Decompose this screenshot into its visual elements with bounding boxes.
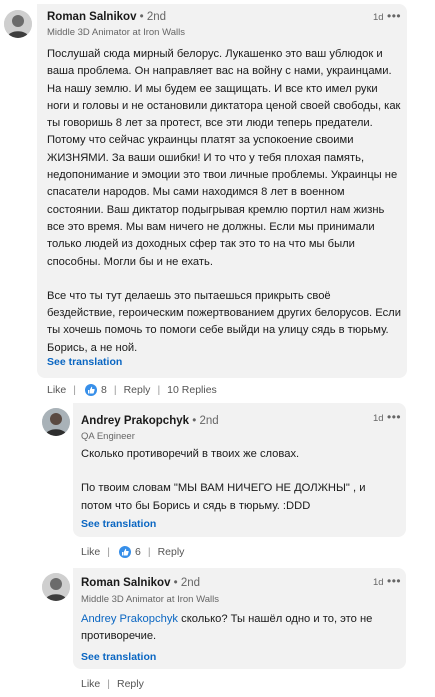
separator: | <box>107 678 110 690</box>
author-headline: Middle 3D Animator at Iron Walls <box>47 27 185 38</box>
author-headline: QA Engineer <box>81 431 135 442</box>
avatar[interactable] <box>4 10 32 38</box>
timestamp: 1d <box>373 413 384 424</box>
reply-button[interactable]: Reply <box>124 384 151 396</box>
separator: | <box>107 546 110 558</box>
separator: | <box>113 384 117 396</box>
reply-button[interactable]: Reply <box>117 678 144 690</box>
comment-paragraph: Andrey Prakopchyk сколько? Ты нашёл одно… <box>81 611 399 646</box>
avatar[interactable] <box>42 573 70 601</box>
comment-paragraph: Сколько противоречий в твоих же словах. <box>81 448 300 460</box>
author-headline: Middle 3D Animator at Iron Walls <box>81 594 219 605</box>
comment-actions: Like | 8 | Reply | 10 Replies <box>47 384 217 396</box>
like-button[interactable]: Like <box>81 678 100 690</box>
comment-body: Сколько противоречий в твоих же словах. … <box>81 446 399 515</box>
comment-body: Послушай сюда мирный белорус. Лукашенко … <box>47 46 401 357</box>
reply-button[interactable]: Reply <box>158 546 185 558</box>
like-button[interactable]: Like <box>81 546 100 558</box>
avatar[interactable] <box>42 408 70 436</box>
reaction-count[interactable]: 6 <box>135 546 141 558</box>
timestamp: 1d <box>373 577 384 588</box>
more-dots-icon[interactable]: ••• <box>387 10 401 22</box>
comment-paragraph: Все что ты тут делаешь это пытаешься при… <box>47 289 401 354</box>
author-name[interactable]: Andrey Prakopchyk • 2nd <box>81 415 219 427</box>
separator: | <box>147 546 151 558</box>
more-dots-icon[interactable]: ••• <box>387 411 401 423</box>
author-name[interactable]: Roman Salnikov • 2nd <box>81 577 200 589</box>
comment-actions: Like | 6 | Reply <box>81 546 184 558</box>
view-replies-button[interactable]: 10 Replies <box>167 384 217 396</box>
connection-degree: • 2nd <box>139 11 167 23</box>
connection-degree: • 2nd <box>192 415 219 427</box>
reaction-count[interactable]: 8 <box>101 384 107 396</box>
see-translation-link[interactable]: See translation <box>47 356 122 368</box>
author-name-text[interactable]: Roman Salnikov <box>47 11 136 23</box>
see-translation-link[interactable]: See translation <box>81 651 156 663</box>
comment-paragraph: По твоим словам "МЫ ВАМ НИЧЕГО НЕ ДОЛЖНЫ… <box>81 482 366 512</box>
author-name-text[interactable]: Roman Salnikov <box>81 577 170 589</box>
see-translation-link[interactable]: See translation <box>81 518 156 530</box>
author-name-text[interactable]: Andrey Prakopchyk <box>81 415 189 427</box>
timestamp: 1d <box>373 12 384 23</box>
mention-link[interactable]: Andrey Prakopchyk <box>81 613 178 625</box>
comment-actions: Like | Reply <box>81 678 144 690</box>
like-button[interactable]: Like <box>47 384 66 396</box>
connection-degree: • 2nd <box>173 577 201 589</box>
separator: | <box>157 384 161 396</box>
thumbs-up-icon[interactable] <box>85 384 97 396</box>
comment-paragraph: Послушай сюда мирный белорус. Лукашенко … <box>47 48 401 268</box>
thumbs-up-icon[interactable] <box>119 546 131 558</box>
comment-body: Andrey Prakopchyk сколько? Ты нашёл одно… <box>81 611 399 646</box>
more-dots-icon[interactable]: ••• <box>387 575 401 587</box>
author-name[interactable]: Roman Salnikov • 2nd <box>47 11 166 23</box>
separator: | <box>73 384 76 396</box>
